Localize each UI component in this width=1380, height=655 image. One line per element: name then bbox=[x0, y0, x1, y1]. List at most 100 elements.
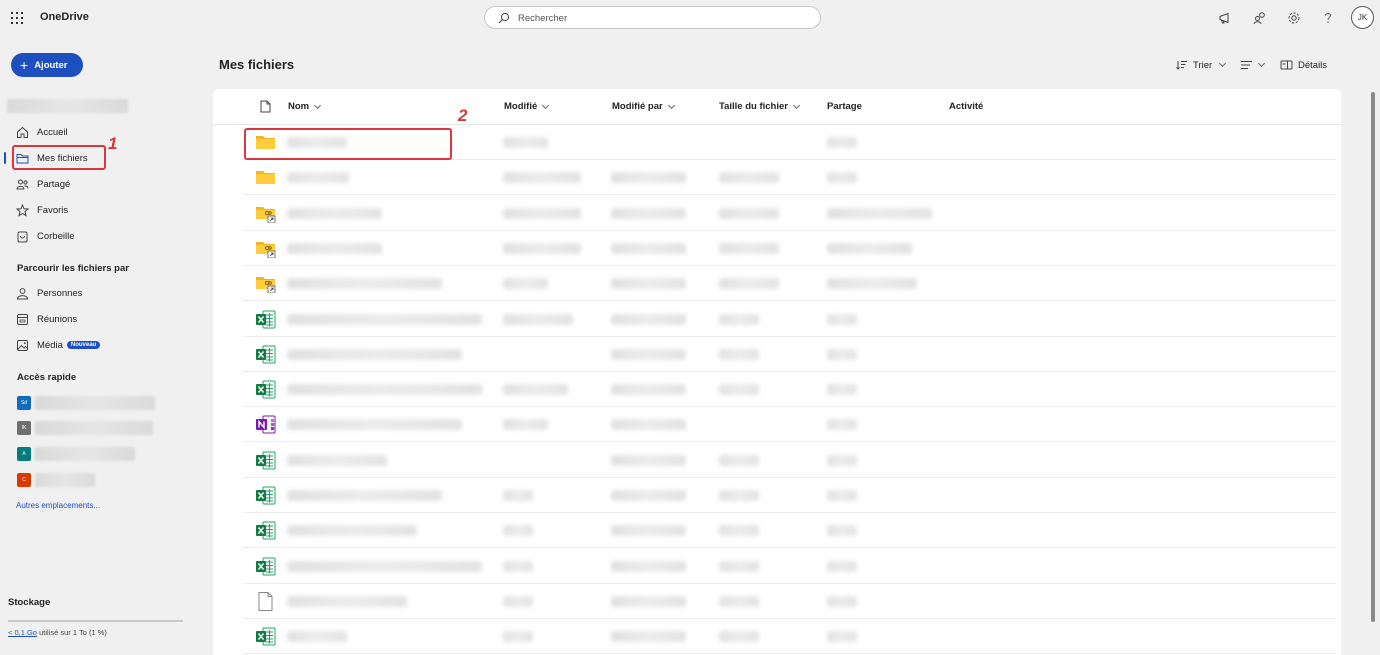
quick-access-icon-4[interactable]: C bbox=[17, 473, 31, 487]
file-row[interactable] bbox=[213, 372, 1341, 408]
active-nav-indicator bbox=[4, 152, 6, 164]
quick-access-name-redacted[interactable] bbox=[35, 396, 155, 410]
view-options-button[interactable] bbox=[1240, 57, 1266, 73]
search-box[interactable] bbox=[484, 6, 821, 29]
quick-access-title: Accès rapide bbox=[17, 372, 77, 383]
redacted-text bbox=[611, 525, 686, 537]
redacted-text bbox=[719, 454, 759, 466]
file-row[interactable] bbox=[213, 266, 1341, 302]
column-label: Nom bbox=[288, 101, 310, 112]
quick-access-name-redacted[interactable] bbox=[35, 473, 95, 487]
image-icon bbox=[17, 339, 28, 351]
redacted-text bbox=[827, 207, 932, 219]
redacted-text bbox=[503, 560, 533, 572]
settings-gear-icon[interactable] bbox=[1286, 10, 1302, 26]
redacted-text bbox=[719, 525, 759, 537]
redacted-text bbox=[503, 207, 581, 219]
quick-access-name-redacted[interactable] bbox=[35, 421, 153, 435]
nav-item-label: Réunions bbox=[37, 313, 78, 325]
quick-access-icon-3[interactable]: A bbox=[17, 447, 31, 461]
redacted-text bbox=[719, 348, 759, 360]
megaphone-icon[interactable] bbox=[1217, 10, 1233, 26]
app-title[interactable]: OneDrive bbox=[40, 11, 89, 23]
file-row[interactable] bbox=[213, 407, 1341, 443]
file-row[interactable] bbox=[213, 196, 1341, 231]
annotation-number-2: 2 bbox=[458, 106, 468, 125]
nav-item-meetings[interactable]: Réunions bbox=[16, 309, 77, 329]
excel-file-icon bbox=[256, 486, 276, 505]
redacted-text bbox=[287, 454, 387, 466]
file-row[interactable] bbox=[213, 302, 1341, 337]
user-avatar[interactable]: JK bbox=[1351, 6, 1374, 29]
excel-file-icon bbox=[256, 451, 276, 470]
storage-used-link[interactable]: < 0,1 Go bbox=[8, 628, 37, 637]
quick-access-name-redacted[interactable] bbox=[35, 447, 135, 461]
storage-title: Stockage bbox=[8, 597, 51, 608]
file-row[interactable] bbox=[213, 337, 1341, 372]
column-label: Modifié par bbox=[612, 101, 663, 112]
redacted-text bbox=[827, 278, 917, 290]
nav-item-home[interactable]: Accueil bbox=[16, 122, 68, 142]
file-row[interactable] bbox=[213, 160, 1341, 196]
redacted-text bbox=[287, 242, 382, 254]
scrollbar[interactable] bbox=[1371, 92, 1375, 622]
page-title: Mes fichiers bbox=[219, 57, 295, 72]
chevron-down-icon bbox=[314, 101, 322, 109]
redacted-text bbox=[827, 631, 857, 643]
nav-item-favorites[interactable]: Favoris bbox=[16, 200, 68, 220]
column-label: Activité bbox=[949, 101, 984, 112]
column-header-file-size[interactable]: Taille du fichier bbox=[719, 101, 801, 112]
nav-item-shared[interactable]: Partagé bbox=[16, 174, 70, 194]
redacted-text bbox=[503, 419, 548, 431]
column-label: Partage bbox=[827, 101, 862, 112]
nav-item-people[interactable]: Personnes bbox=[16, 283, 82, 303]
sort-label: Trier bbox=[1193, 59, 1213, 71]
nav-item-label: Accueil bbox=[37, 126, 68, 138]
chevron-down-icon bbox=[667, 101, 675, 109]
file-row[interactable] bbox=[213, 584, 1341, 619]
redacted-text bbox=[287, 348, 462, 360]
quick-access-icon-1[interactable]: Sd bbox=[17, 396, 31, 410]
column-header-modified[interactable]: Modifié bbox=[504, 101, 550, 112]
redacted-text bbox=[503, 137, 548, 148]
sort-button[interactable]: Trier bbox=[1176, 57, 1227, 73]
redacted-text bbox=[503, 595, 533, 607]
column-header-activity[interactable]: Activité bbox=[949, 101, 983, 112]
redacted-text bbox=[287, 419, 462, 431]
nav-item-recycle-bin[interactable]: Corbeille bbox=[16, 226, 75, 246]
help-icon[interactable] bbox=[1320, 10, 1336, 26]
annotation-box-1 bbox=[12, 145, 106, 170]
file-row[interactable] bbox=[213, 513, 1341, 549]
file-row[interactable] bbox=[213, 619, 1341, 655]
column-header-modified-by[interactable]: Modifié par bbox=[612, 101, 675, 112]
quick-access-icon-2[interactable]: IK bbox=[17, 421, 31, 435]
column-header-name[interactable]: Nom bbox=[288, 101, 322, 112]
redacted-text bbox=[827, 525, 857, 537]
redacted-text bbox=[827, 490, 857, 501]
column-header-sharing[interactable]: Partage bbox=[827, 101, 862, 112]
more-places-link[interactable]: Autres emplacements... bbox=[16, 501, 100, 510]
share-people-icon[interactable] bbox=[1252, 10, 1268, 26]
file-row[interactable] bbox=[213, 443, 1341, 478]
redacted-text bbox=[611, 384, 686, 396]
file-row[interactable] bbox=[213, 478, 1341, 513]
details-button[interactable]: Détails bbox=[1280, 57, 1327, 73]
file-row[interactable] bbox=[213, 231, 1341, 266]
storage-total-text: utilisé sur 1 To (1 %) bbox=[36, 628, 107, 637]
list-view-icon bbox=[1241, 61, 1252, 69]
storage-progress-bar bbox=[8, 620, 183, 622]
redacted-text bbox=[827, 595, 857, 607]
redacted-text bbox=[719, 490, 759, 501]
excel-file-icon bbox=[256, 310, 276, 328]
app-launcher-icon[interactable] bbox=[11, 12, 23, 24]
search-input[interactable] bbox=[518, 11, 808, 25]
add-button[interactable]: + Ajouter bbox=[11, 53, 83, 77]
chevron-down-icon bbox=[792, 101, 801, 109]
redacted-text bbox=[611, 454, 686, 466]
shared-folder-icon bbox=[256, 277, 276, 294]
redacted-text bbox=[719, 384, 759, 396]
file-row[interactable] bbox=[213, 549, 1341, 584]
file-type-icon[interactable] bbox=[260, 100, 271, 113]
new-badge: Nouveau bbox=[66, 341, 101, 349]
nav-item-media[interactable]: Média Nouveau bbox=[16, 335, 101, 355]
